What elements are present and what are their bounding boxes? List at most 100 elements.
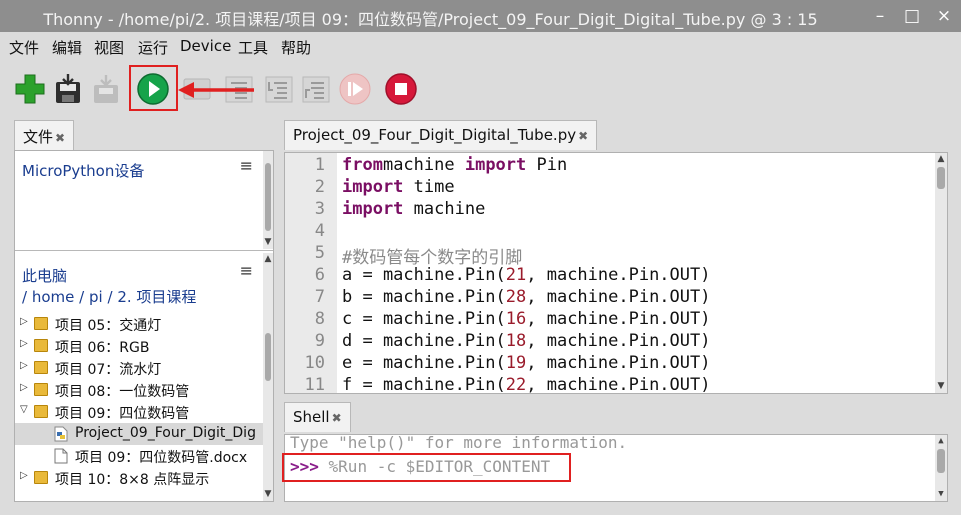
list-item[interactable]: ▷ 项目 10：8×8 点阵显示 xyxy=(15,467,263,489)
title-bar: Thonny - /home/pi/2. 项目课程/项目 09：四位数码管/Pr… xyxy=(0,0,961,32)
expand-icon[interactable]: ▷ xyxy=(20,360,28,371)
list-item[interactable]: ▷ 项目 08：一位数码管 xyxy=(15,379,263,401)
menu-view[interactable]: 视图 xyxy=(94,37,124,58)
editor-area: Project_09_Four_Digit_Digital_Tube.py ✖ 1… xyxy=(284,120,948,394)
tab-files-label: 文件 xyxy=(23,128,54,146)
shell-command-highlight xyxy=(282,453,571,482)
tab-shell[interactable]: Shell ✖ xyxy=(284,402,351,432)
code-token: 21 xyxy=(505,265,527,285)
line-number: 6 xyxy=(314,265,325,285)
new-icon[interactable] xyxy=(13,72,47,106)
shell-area: Shell ✖ Type "help()" for more informatio… xyxy=(284,402,948,502)
code-text: c = machine.Pin(16, machine.Pin.OUT) xyxy=(342,309,710,329)
editor-scrollbar[interactable]: ▲ ▼ xyxy=(935,153,947,393)
code-text: a = machine.Pin(21, machine.Pin.OUT) xyxy=(342,265,710,285)
device-scrollbar[interactable]: ▼ xyxy=(263,151,273,249)
tab-files[interactable]: 文件 ✖ xyxy=(14,120,75,150)
collapse-icon[interactable]: ▽ xyxy=(20,404,28,415)
run-button-highlight xyxy=(129,65,178,111)
line-number: 8 xyxy=(314,309,325,329)
list-item[interactable]: ▷ 项目 06：RGB xyxy=(15,335,263,357)
device-menu-icon[interactable]: ≡ xyxy=(240,156,253,175)
close-tab-icon[interactable]: ✖ xyxy=(55,131,65,145)
files-scrollbar[interactable]: ▲ ▼ xyxy=(263,253,273,501)
stop-icon[interactable] xyxy=(384,72,418,106)
step-into-icon[interactable] xyxy=(262,72,296,106)
expand-icon[interactable]: ▷ xyxy=(20,338,28,349)
list-item-selected[interactable]: Project_09_Four_Digit_Dig xyxy=(15,423,263,445)
minimize-icon[interactable]: – xyxy=(868,4,892,28)
list-item[interactable]: ▷ 项目 05：交通灯 xyxy=(15,313,263,335)
folder-icon xyxy=(34,383,48,396)
list-item[interactable]: 项目 09：四位数码管.docx xyxy=(15,445,263,467)
device-section-header: MicroPython设备 ≡ xyxy=(15,154,261,182)
computer-section-title: 此电脑 xyxy=(22,267,68,285)
save-icon[interactable] xyxy=(51,72,85,106)
code-token: a = machine.Pin( xyxy=(342,265,506,285)
menu-help[interactable]: 帮助 xyxy=(281,37,311,58)
shell-scrollbar[interactable]: ▲ ▼ xyxy=(935,435,947,501)
menu-device[interactable]: Device xyxy=(180,37,231,55)
code-editor[interactable]: 1 frommachine import Pin 2 import time 3 impo… xyxy=(284,152,948,394)
expand-icon[interactable]: ▷ xyxy=(20,382,28,393)
code-token: from xyxy=(342,155,383,175)
breadcrumb-sep: / xyxy=(79,288,85,306)
close-icon[interactable]: × xyxy=(932,4,956,28)
shell-help-text: Type "help()" for more information. xyxy=(290,434,628,452)
code-token: import xyxy=(342,199,404,219)
breadcrumb-course[interactable]: 2. 项目课程 xyxy=(117,288,196,306)
code-token: Pin xyxy=(526,155,568,175)
document-file-icon xyxy=(54,448,68,464)
code-token: , machine.Pin.OUT) xyxy=(526,309,711,329)
code-token: import xyxy=(342,177,404,197)
code-token: 16 xyxy=(505,309,527,329)
list-item[interactable]: ▷ 项目 07：流水灯 xyxy=(15,357,263,379)
code-token: import xyxy=(464,155,527,175)
python-file-icon xyxy=(54,426,68,442)
breadcrumb-root[interactable]: / xyxy=(22,288,27,306)
line-number: 3 xyxy=(314,199,325,219)
expand-icon[interactable]: ▷ xyxy=(20,316,28,327)
menu-edit[interactable]: 编辑 xyxy=(52,37,82,58)
window-title: Thonny - /home/pi/2. 项目课程/项目 09：四位数码管/Pr… xyxy=(43,10,818,29)
tab-shell-label: Shell xyxy=(293,408,330,426)
breadcrumb: / home / pi / 2. 项目课程 xyxy=(22,286,196,307)
files-panel: 文件 ✖ MicroPython设备 ≡ ▼ 此电脑 ≡ / home / pi … xyxy=(14,120,274,502)
tab-editor-label: Project_09_Four_Digit_Digital_Tube.py xyxy=(293,126,577,144)
code-token: 28 xyxy=(505,287,527,307)
line-number: 10 xyxy=(304,353,325,373)
close-tab-icon[interactable]: ✖ xyxy=(578,129,588,143)
expand-icon[interactable]: ▷ xyxy=(20,470,28,481)
line-number: 7 xyxy=(314,287,325,307)
menu-file[interactable]: 文件 xyxy=(9,37,39,58)
menu-tools[interactable]: 工具 xyxy=(238,37,268,58)
list-item[interactable]: ▽ 项目 09：四位数码管 xyxy=(15,401,263,423)
code-token: 22 xyxy=(505,375,527,394)
load-icon[interactable] xyxy=(89,72,123,106)
close-tab-icon[interactable]: ✖ xyxy=(332,411,342,425)
files-frame: MicroPython设备 ≡ ▼ 此电脑 ≡ / home / pi / 2.… xyxy=(14,150,274,502)
breadcrumb-pi[interactable]: pi xyxy=(89,288,103,306)
breadcrumb-home[interactable]: home xyxy=(32,288,75,306)
line-number: 4 xyxy=(314,221,325,241)
code-token: machine xyxy=(403,199,486,219)
code-token: , machine.Pin.OUT) xyxy=(526,265,711,285)
line-number: 5 xyxy=(314,243,325,263)
code-text: f = machine.Pin(22, machine.Pin.OUT) xyxy=(342,375,711,394)
code-token: , machine.Pin.OUT) xyxy=(526,375,711,394)
step-out-icon[interactable] xyxy=(299,72,333,106)
code-text: import machine xyxy=(342,199,485,219)
code-token: e = machine.Pin( xyxy=(342,353,506,373)
folder-icon xyxy=(34,471,48,484)
line-number: 1 xyxy=(314,155,325,175)
maximize-icon[interactable]: □ xyxy=(900,4,924,28)
code-token: d = machine.Pin( xyxy=(342,331,506,351)
resume-icon[interactable] xyxy=(338,72,372,106)
tab-editor-file[interactable]: Project_09_Four_Digit_Digital_Tube.py ✖ xyxy=(284,120,598,150)
menu-run[interactable]: 运行 xyxy=(138,37,168,58)
code-token: c = machine.Pin( xyxy=(342,309,506,329)
computer-menu-icon[interactable]: ≡ xyxy=(240,261,253,280)
code-text: b = machine.Pin(28, machine.Pin.OUT) xyxy=(342,287,710,307)
code-text: import time xyxy=(342,177,455,197)
code-token: f = machine.Pin( xyxy=(342,375,506,394)
